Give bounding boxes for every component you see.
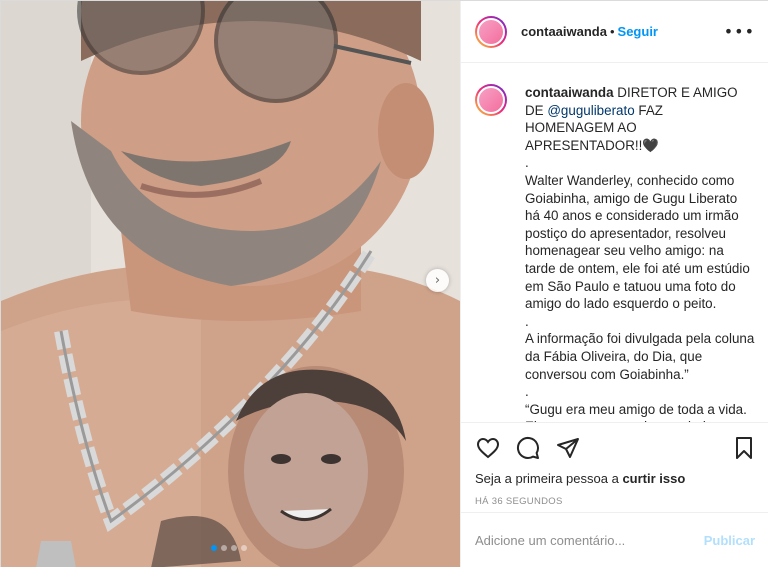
post-actions: Seja a primeira pessoa a curtir isso HÁ … <box>461 422 768 512</box>
caption-text: contaaiwanda DIRETOR E AMIGO DE @gugulib… <box>525 84 755 422</box>
caption-username[interactable]: contaaiwanda <box>525 85 614 100</box>
post-timestamp[interactable]: HÁ 36 SEGUNDOS <box>475 496 757 507</box>
caption-paragraph: A informação foi divulgada pela coluna d… <box>525 331 755 382</box>
bookmark-icon[interactable] <box>731 435 757 461</box>
instagram-post: › contaaiwanda • Seguir ••• contaaiwanda… <box>0 0 768 567</box>
post-photo[interactable]: › <box>1 1 460 567</box>
post-side-panel: contaaiwanda • Seguir ••• contaaiwanda D… <box>460 1 768 567</box>
carousel-dot <box>241 545 247 551</box>
share-icon[interactable] <box>555 435 581 461</box>
likes-line: Seja a primeira pessoa a curtir isso <box>475 471 757 486</box>
tattoo-photo-illustration <box>1 1 460 567</box>
avatar-image <box>477 17 505 46</box>
action-icons <box>475 433 757 463</box>
follow-button[interactable]: Seguir <box>618 24 658 39</box>
carousel-dot <box>211 545 217 551</box>
username-link[interactable]: contaaiwanda <box>521 24 607 39</box>
caption-paragraph: Walter Wanderley, conhecido como Goiabin… <box>525 172 750 312</box>
heart-icon[interactable] <box>475 435 501 461</box>
post-header: contaaiwanda • Seguir ••• <box>461 1 768 63</box>
carousel-dot <box>221 545 227 551</box>
comment-input[interactable] <box>475 533 695 548</box>
carousel-dot <box>231 545 237 551</box>
carousel-next-button[interactable]: › <box>426 269 449 292</box>
comment-bar: Publicar <box>461 512 768 567</box>
avatar[interactable] <box>475 15 507 48</box>
separator-dot: • <box>609 24 615 39</box>
caption-dot: . <box>525 313 529 329</box>
mention-link[interactable]: @guguliberato <box>547 103 634 118</box>
caption-dot: . <box>525 384 529 400</box>
caption-paragraph: “Gugu era meu amigo de toda a vida. Ele … <box>525 401 747 422</box>
caption-dot: . <box>525 155 529 171</box>
more-options-icon[interactable]: ••• <box>724 22 755 41</box>
caption-area: contaaiwanda DIRETOR E AMIGO DE @gugulib… <box>461 64 768 422</box>
like-cta-link[interactable]: curtir isso <box>622 471 685 486</box>
chevron-right-icon: › <box>434 273 441 288</box>
carousel-dots <box>211 545 247 551</box>
avatar[interactable] <box>475 84 507 116</box>
likes-prefix: Seja a primeira pessoa a <box>475 471 619 486</box>
avatar-image <box>477 86 505 114</box>
comment-icon[interactable] <box>515 435 541 461</box>
publish-button[interactable]: Publicar <box>704 533 755 548</box>
